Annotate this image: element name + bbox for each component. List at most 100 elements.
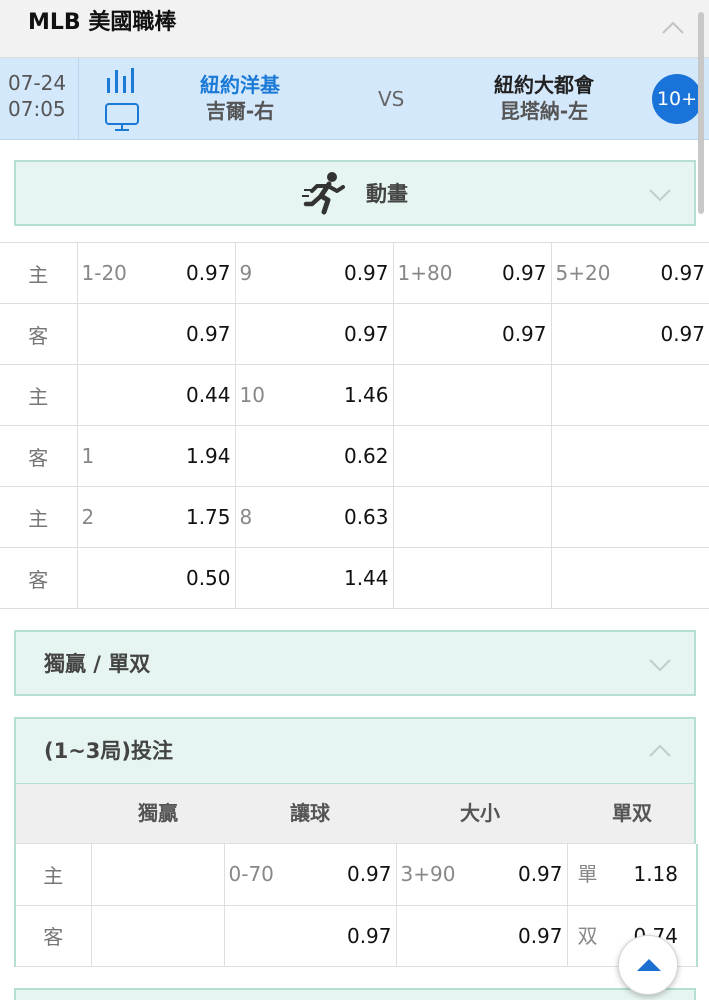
table-row: 客 1 1.94 0.62 [0, 425, 709, 487]
odds-line: 8 [239, 505, 253, 529]
odds-cell[interactable]: 1 1.94 [77, 425, 236, 487]
tv-icon[interactable] [104, 102, 140, 132]
next-panel-header[interactable] [14, 988, 696, 1000]
chevron-down-icon[interactable] [646, 650, 674, 678]
odds-price: 0.97 [501, 322, 547, 346]
column-header-moneyline: 獨贏 [138, 801, 178, 825]
moneyline-cell[interactable] [91, 905, 225, 967]
odds-price: 0.97 [517, 862, 563, 886]
odds-price: 0.50 [185, 566, 231, 590]
side-label: 客 [0, 425, 78, 487]
handicap-cell[interactable]: 0-70 0.97 [224, 844, 397, 906]
odds-price: 0.97 [185, 322, 231, 346]
table-row: 主 0.44 10 1.46 [0, 364, 709, 426]
moneyline-cell[interactable] [91, 844, 225, 906]
column-header-over-under: 大小 [460, 801, 500, 825]
innings-panel-title: (1~3局)投注 [44, 739, 174, 763]
odds-line: 5+20 [555, 261, 611, 285]
match-time: 07:05 [8, 97, 66, 121]
over-under-cell[interactable]: 3+90 0.97 [396, 844, 568, 906]
odds-cell[interactable]: 1.44 [235, 547, 394, 609]
odds-line: 單 [577, 862, 598, 886]
odds-price: 1.46 [343, 383, 389, 407]
odds-price: 0.97 [185, 261, 231, 285]
bar-chart-icon[interactable] [104, 68, 140, 94]
odds-cell[interactable]: 0.97 [393, 303, 552, 365]
table-row: 主 1-20 0.97 9 0.97 1+80 0.97 5+20 0.97 [0, 242, 709, 304]
odds-cell[interactable] [551, 364, 709, 426]
odds-price: 1.44 [343, 566, 389, 590]
odds-cell[interactable]: 0.97 [235, 303, 394, 365]
odds-table: 主 1-20 0.97 9 0.97 1+80 0.97 5+20 0.97 客 0.9… [0, 242, 709, 609]
odds-cell[interactable]: 0.97 [77, 303, 236, 365]
odds-cell[interactable]: 0.97 [551, 303, 709, 365]
odds-line: 1+80 [397, 261, 453, 285]
moneyline-panel-header[interactable]: 獨贏 / 單双 [14, 630, 696, 696]
odds-cell[interactable]: 1+80 0.97 [393, 242, 552, 304]
animation-panel-header[interactable]: 動畫 [14, 160, 696, 226]
odds-price: 0.97 [346, 923, 392, 948]
match-row[interactable]: 07-24 07:05 紐約洋基 吉爾-右 VS 紐約大都會 昆塔納-左 [0, 58, 709, 140]
odds-cell[interactable] [551, 486, 709, 548]
away-team[interactable]: 紐約大都會 昆塔納-左 [474, 72, 614, 124]
arrow-up-icon [637, 959, 661, 971]
more-markets-button[interactable]: 10+ [652, 74, 702, 124]
odds-price: 0.63 [343, 505, 389, 529]
odds-line: 2 [81, 505, 95, 529]
odds-price: 0.97 [346, 862, 392, 886]
away-pitcher: 昆塔納-左 [499, 99, 589, 123]
league-title: MLB 美國職棒 [28, 10, 177, 35]
odds-cell[interactable] [551, 425, 709, 487]
scroll-to-top-button[interactable] [618, 935, 678, 995]
league-header[interactable]: MLB 美國職棒 [0, 0, 709, 58]
match-datetime: 07-24 07:05 [8, 70, 66, 122]
odds-cell[interactable] [393, 486, 552, 548]
odds-line: 0-70 [228, 862, 274, 886]
side-label: 客 [0, 303, 78, 365]
side-label: 主 [0, 486, 78, 548]
running-man-icon [302, 172, 345, 215]
odds-price: 0.97 [501, 261, 547, 285]
odds-cell[interactable]: 0.50 [77, 547, 236, 609]
odds-cell[interactable]: 8 0.63 [235, 486, 394, 548]
side-label: 客 [14, 905, 92, 967]
odds-cell[interactable] [551, 547, 709, 609]
column-header-odd-even: 單双 [612, 801, 652, 825]
odds-cell[interactable]: 1-20 0.97 [77, 242, 236, 304]
odds-price: 1.75 [185, 505, 231, 529]
away-team-name: 紐約大都會 [494, 73, 594, 97]
side-label: 主 [0, 242, 78, 304]
odds-line: 3+90 [400, 862, 456, 886]
odds-line: 双 [577, 923, 598, 948]
divider [78, 58, 79, 140]
odds-cell[interactable]: 0.62 [235, 425, 394, 487]
chevron-down-icon[interactable] [646, 180, 674, 208]
table-row: 主 0-70 0.97 3+90 0.97 單 1.18 [14, 844, 698, 906]
home-team-name: 紐約洋基 [200, 73, 280, 97]
odds-line: 1-20 [81, 261, 127, 285]
vs-label: VS [378, 87, 405, 111]
odds-cell[interactable]: 10 1.46 [235, 364, 394, 426]
odd-even-cell[interactable]: 單 1.18 [567, 844, 698, 906]
odds-cell[interactable] [393, 547, 552, 609]
side-label: 客 [0, 547, 78, 609]
scrollbar[interactable] [698, 12, 704, 214]
innings-panel-header[interactable]: (1~3局)投注 [14, 717, 696, 785]
chevron-up-icon[interactable] [659, 14, 687, 42]
odds-cell[interactable]: 5+20 0.97 [551, 242, 709, 304]
odds-price: 0.97 [343, 322, 389, 346]
odds-price: 1.18 [633, 862, 678, 886]
chevron-up-icon[interactable] [646, 737, 674, 765]
odds-cell[interactable]: 0.44 [77, 364, 236, 426]
odds-price: 0.62 [343, 444, 389, 468]
home-team[interactable]: 紐約洋基 吉爾-右 [170, 72, 310, 124]
table-row: 客 0.97 0.97 0.97 0.97 [0, 303, 709, 365]
handicap-cell[interactable]: 0.97 [224, 905, 397, 967]
innings-column-headers: 獨贏 讓球 大小 單双 [14, 784, 696, 844]
over-under-cell[interactable]: 0.97 [396, 905, 568, 967]
odds-cell[interactable]: 9 0.97 [235, 242, 394, 304]
odds-cell[interactable] [393, 364, 552, 426]
odds-cell[interactable]: 2 1.75 [77, 486, 236, 548]
odds-cell[interactable] [393, 425, 552, 487]
odds-price: 0.97 [517, 923, 563, 948]
